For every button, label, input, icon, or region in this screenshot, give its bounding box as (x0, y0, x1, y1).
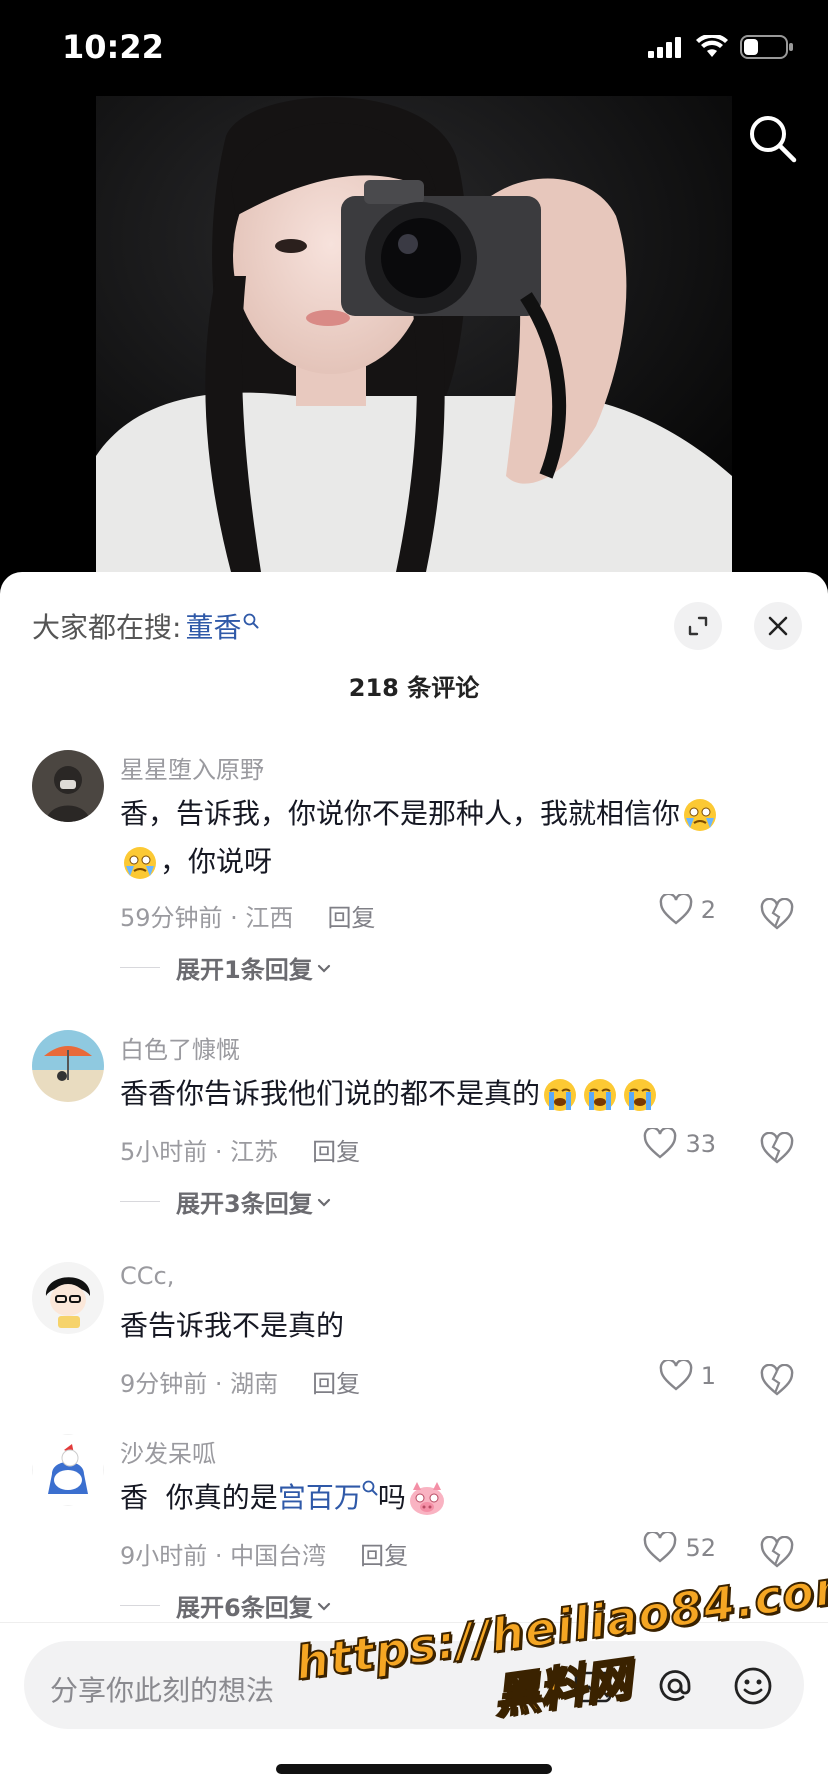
comment-text-part: 香 你真的是 (120, 1481, 278, 1514)
heart-icon (659, 894, 693, 925)
status-bar: 10:22 (0, 0, 828, 96)
like-button[interactable]: 33 (643, 1128, 716, 1160)
comment-username[interactable]: 白色了慷慨 (120, 1030, 240, 1065)
like-button[interactable]: 2 (659, 894, 716, 926)
mention-link[interactable]: 宫百万 (278, 1481, 362, 1514)
like-button[interactable]: 52 (643, 1532, 716, 1564)
comment-text-part: 香香你告诉我他们说的都不是真的 (120, 1077, 541, 1110)
crying-emoji-icon (684, 799, 717, 831)
expand-replies-button[interactable]: 展开3条回复 (120, 1184, 335, 1219)
crying-emoji-icon (124, 847, 156, 879)
expand-replies-label: 展开6条回复 (176, 1594, 313, 1622)
comment-text: 香告诉我不是真的 (120, 1309, 345, 1342)
reply-button[interactable]: 回复 (312, 1364, 360, 1399)
expand-replies-label: 展开1条回复 (176, 956, 313, 984)
comment-input[interactable]: 分享你此刻的想法 (24, 1641, 804, 1729)
like-count: 1 (700, 1362, 716, 1390)
search-icon[interactable] (243, 613, 259, 629)
comment-meta: 9分钟前 · 湖南 回复 (120, 1364, 360, 1399)
video-frame[interactable] (96, 96, 732, 572)
emoji-icon[interactable] (732, 1665, 774, 1707)
avatar[interactable] (32, 1262, 104, 1334)
divider-line (120, 967, 160, 968)
loudly-crying-emoji-icon (584, 1079, 617, 1111)
reply-button[interactable]: 回复 (327, 898, 375, 933)
pig-emoji-icon (409, 1482, 444, 1515)
search-hint: 大家都在搜: (32, 611, 182, 644)
home-indicator (276, 1764, 552, 1774)
search-term-link[interactable]: 董香 (185, 606, 241, 646)
heart-icon (644, 1128, 677, 1159)
comment-meta: 59分钟前 · 江西 回复 (120, 898, 375, 933)
comment-text: 香香你告诉我他们说的都不是真的 (120, 1070, 770, 1118)
status-icons (648, 34, 794, 60)
avatar[interactable] (32, 1030, 104, 1102)
avatar[interactable] (32, 1434, 104, 1506)
comment-meta: 5小时前 · 江苏 回复 (120, 1132, 360, 1167)
avatar[interactable] (32, 750, 104, 822)
close-icon (768, 616, 788, 636)
like-count: 52 (685, 1534, 716, 1562)
chevron-down-icon (317, 964, 330, 973)
comment-text: 香 你真的是宫百万吗 (120, 1474, 770, 1522)
comment-input-placeholder: 分享你此刻的想法 (50, 1674, 275, 1707)
comment-count: 218 条评论 (348, 674, 480, 702)
reply-button[interactable]: 回复 (312, 1132, 360, 1167)
comment-input-bar: 分享你此刻的想法 (0, 1622, 828, 1792)
chevron-down-icon (317, 1602, 330, 1611)
heart-icon (644, 1532, 677, 1563)
divider-line (120, 1201, 160, 1202)
divider-line (120, 1605, 160, 1606)
expand-replies-label: 展开3条回复 (176, 1190, 313, 1218)
heart-icon (659, 1360, 693, 1391)
broken-heart-icon[interactable] (760, 1364, 794, 1398)
reply-button[interactable]: 回复 (360, 1536, 408, 1571)
broken-heart-icon[interactable] (760, 1536, 794, 1570)
broken-heart-icon[interactable] (760, 1132, 794, 1166)
search-icon[interactable] (746, 112, 798, 164)
comment-text-part: 香，告诉我，你说你不是那种人，我就相信你 (120, 797, 681, 830)
like-button[interactable]: 1 (659, 1360, 716, 1392)
loudly-crying-emoji-icon (544, 1079, 577, 1111)
comment-time-location: 9分钟前 · 湖南 (120, 1370, 279, 1398)
chevron-down-icon (317, 1198, 330, 1207)
broken-heart-icon[interactable] (760, 898, 794, 932)
like-count: 2 (700, 896, 716, 924)
video-image (96, 96, 732, 572)
expand-replies-button[interactable]: 展开6条回复 (120, 1588, 335, 1623)
battery-icon (740, 35, 793, 59)
comment-time-location: 9小时前 · 中国台湾 (120, 1542, 327, 1570)
expand-button[interactable] (674, 602, 722, 650)
comment-text-part: 吗 (377, 1481, 406, 1514)
status-time: 10:22 (62, 28, 164, 66)
comment-time-location: 59分钟前 · 江西 (120, 904, 294, 932)
search-icon[interactable] (362, 1480, 378, 1496)
at-mention-icon[interactable] (654, 1665, 696, 1707)
like-count: 33 (685, 1130, 716, 1158)
close-button[interactable] (754, 602, 802, 650)
comment-username[interactable]: 沙发呆呱 (120, 1434, 216, 1469)
comment-sheet: 大家都在搜: 董香 218 条评论 星星堕入原野 香，告诉我，你说你不是那种人，… (0, 572, 828, 1792)
sheet-header: 大家都在搜: 董香 (32, 602, 802, 650)
comment-text-part: ，你说呀 (160, 845, 273, 878)
cellular-signal-icon (648, 37, 681, 58)
comment-username[interactable]: CCc, (120, 1262, 174, 1290)
expand-replies-button[interactable]: 展开1条回复 (120, 950, 335, 985)
comment-username[interactable]: 星星堕入原野 (120, 750, 264, 785)
expand-icon (688, 616, 708, 636)
comment-meta: 9小时前 · 中国台湾 回复 (120, 1536, 408, 1571)
comment-text: 香，告诉我，你说你不是那种人，我就相信你 ，你说呀 (120, 790, 770, 886)
loudly-crying-emoji-icon (624, 1079, 657, 1111)
comment-time-location: 5小时前 · 江苏 (120, 1138, 279, 1166)
wifi-icon (696, 35, 728, 57)
image-icon[interactable] (572, 1665, 614, 1707)
